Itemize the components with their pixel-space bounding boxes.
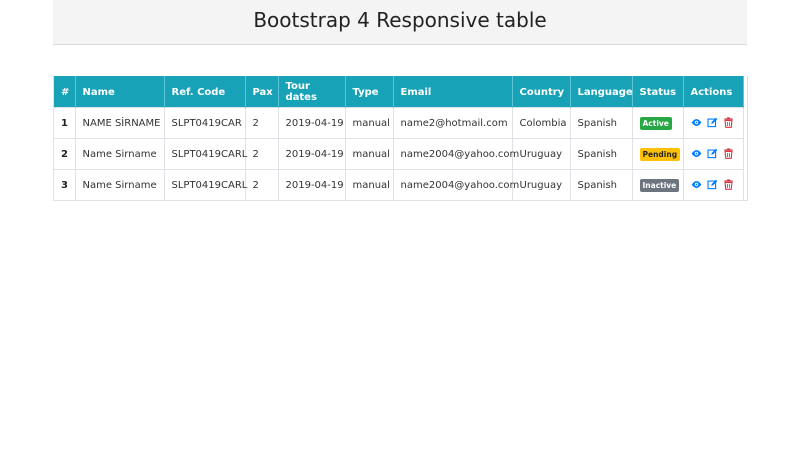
cell-type: manual bbox=[345, 138, 394, 170]
column-header[interactable]: Type bbox=[345, 76, 394, 108]
bookings-table: # Name Ref. Code Pax Tour dates Type Email Coun… bbox=[54, 76, 744, 200]
cell-num: 1 bbox=[54, 107, 76, 139]
page-title: Bootstrap 4 Responsive table bbox=[253, 8, 547, 32]
column-header[interactable]: Actions bbox=[683, 76, 744, 108]
column-header[interactable]: Tour dates bbox=[278, 76, 346, 108]
status-badge: Pending bbox=[639, 147, 681, 161]
cell-email: name2004@yahoo.com bbox=[393, 169, 519, 200]
cell-email: name2@hotmail.com bbox=[393, 107, 513, 139]
column-header[interactable]: Pax bbox=[245, 76, 279, 108]
cell-pax: 2 bbox=[245, 138, 279, 170]
status-badge: Inactive bbox=[639, 178, 680, 192]
cell-ref: SLPT0419CAR bbox=[164, 107, 246, 139]
cell-name: NAME SİRNAME bbox=[75, 107, 165, 139]
page-header: Bootstrap 4 Responsive table bbox=[53, 0, 747, 45]
table-container: # Name Ref. Code Pax Tour dates Type Email Coun… bbox=[53, 76, 748, 201]
cell-type: manual bbox=[345, 169, 394, 200]
column-header[interactable]: Name bbox=[75, 76, 165, 108]
edit-icon[interactable] bbox=[706, 179, 718, 190]
cell-type: manual bbox=[345, 107, 394, 139]
cell-country: Uruguay bbox=[512, 138, 571, 170]
cell-num: 3 bbox=[54, 169, 76, 200]
cell-pax: 2 bbox=[245, 107, 279, 139]
view-icon[interactable] bbox=[691, 179, 702, 190]
edit-icon[interactable] bbox=[706, 117, 718, 128]
column-header[interactable]: Email bbox=[393, 76, 513, 108]
column-header[interactable]: Status bbox=[632, 76, 684, 108]
cell-actions bbox=[683, 138, 744, 170]
delete-icon[interactable] bbox=[723, 148, 734, 160]
table-row: 2 Name Sirname SLPT0419CARL 2 2019-04-19 manu… bbox=[54, 138, 744, 170]
cell-actions bbox=[683, 107, 744, 139]
table-row: 1 NAME SİRNAME SLPT0419CAR 2 2019-04-19 manua… bbox=[54, 107, 744, 139]
column-header[interactable]: Ref. Code bbox=[164, 76, 246, 108]
cell-name: Name Sirname bbox=[75, 138, 165, 170]
delete-icon[interactable] bbox=[723, 117, 734, 129]
cell-num: 2 bbox=[54, 138, 76, 170]
cell-language: Spanish bbox=[570, 107, 633, 139]
cell-language: Spanish bbox=[570, 169, 633, 200]
cell-date: 2019-04-19 bbox=[278, 169, 346, 200]
view-icon[interactable] bbox=[691, 148, 702, 159]
cell-ref: SLPT0419CARL bbox=[164, 138, 247, 170]
column-header[interactable]: # bbox=[54, 76, 76, 108]
table-row: 3 Name Sirname SLPT0419CARL 2 2019-04-19 manu… bbox=[54, 169, 744, 200]
delete-icon[interactable] bbox=[723, 179, 734, 191]
status-badge: Active bbox=[639, 116, 672, 130]
cell-name: Name Sirname bbox=[75, 169, 165, 200]
cell-date: 2019-04-19 bbox=[278, 138, 346, 170]
cell-country: Colombia bbox=[512, 107, 571, 139]
cell-pax: 2 bbox=[245, 169, 279, 200]
cell-language: Spanish bbox=[570, 138, 633, 170]
cell-email: name2004@yahoo.com bbox=[393, 138, 519, 170]
column-header[interactable]: Language bbox=[570, 76, 633, 108]
cell-actions bbox=[683, 169, 744, 200]
cell-status: Inactive bbox=[632, 169, 684, 200]
edit-icon[interactable] bbox=[706, 148, 718, 159]
cell-date: 2019-04-19 bbox=[278, 107, 346, 139]
cell-ref: SLPT0419CARL bbox=[164, 169, 247, 200]
cell-status: Pending bbox=[632, 138, 684, 170]
view-icon[interactable] bbox=[691, 117, 702, 128]
cell-country: Uruguay bbox=[512, 169, 571, 200]
cell-status: Active bbox=[632, 107, 684, 139]
column-header[interactable]: Country bbox=[512, 76, 571, 108]
